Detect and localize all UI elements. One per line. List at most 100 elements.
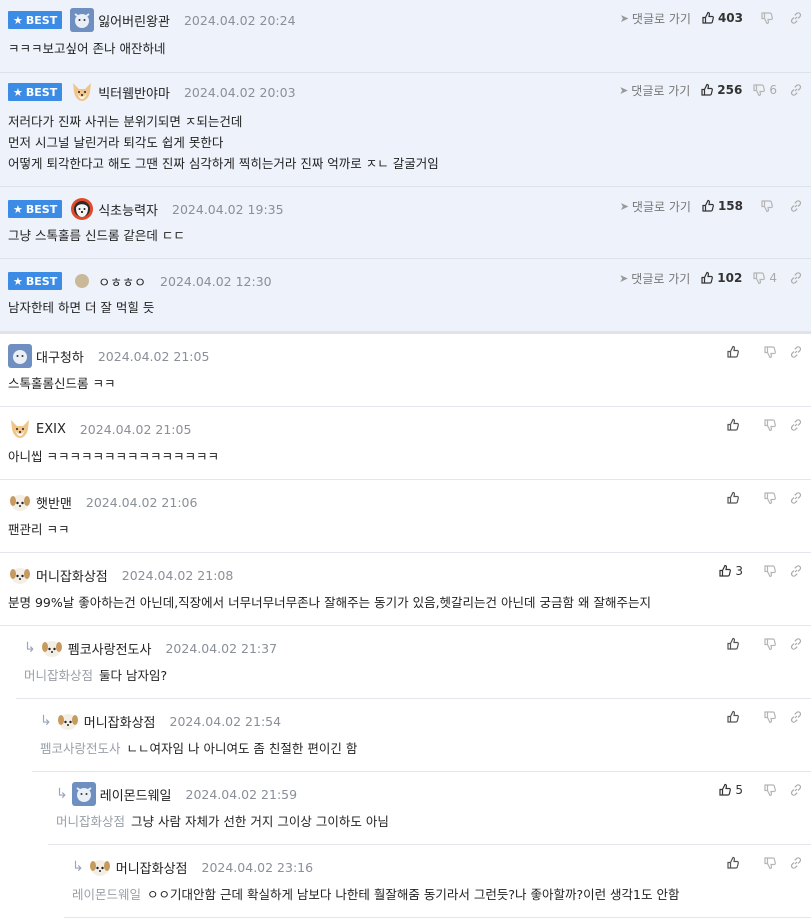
- mention-tag[interactable]: 머니잡화상점: [56, 814, 125, 829]
- avatar[interactable]: [8, 490, 32, 514]
- mention-tag[interactable]: 레이몬드웨일: [72, 887, 141, 902]
- like-button[interactable]: 102: [700, 271, 742, 285]
- avatar[interactable]: [8, 344, 32, 368]
- share-button[interactable]: [789, 783, 803, 797]
- nickname[interactable]: 펨코사랑전도사: [68, 639, 152, 658]
- comment-text: 저러다가 진짜 사귀는 분위기되면 ㅈ되는건데: [8, 114, 243, 129]
- like-button[interactable]: 3: [705, 564, 743, 578]
- comment-text: 어떻게 퇴각한다고 해도 그땐 진짜 심각하게 찍히는거라 진짜 억까로 ㅈㄴ …: [8, 156, 439, 171]
- like-button[interactable]: 5: [705, 783, 743, 797]
- like-button[interactable]: 256: [700, 83, 742, 97]
- thumbs-up-icon: [700, 271, 714, 285]
- thumbs-down-icon: [763, 491, 777, 505]
- dislike-button[interactable]: [753, 418, 777, 432]
- share-button[interactable]: [789, 491, 803, 505]
- share-button[interactable]: [789, 345, 803, 359]
- timestamp: 2024.04.02 21:59: [185, 786, 298, 802]
- thumbs-up-icon: [726, 637, 740, 651]
- timestamp: 2024.04.02 23:16: [201, 859, 314, 875]
- avatar[interactable]: [70, 197, 94, 221]
- like-button[interactable]: [705, 491, 743, 505]
- comment-text: 먼저 시그널 날린거라 퇴각도 쉽게 못한다: [8, 135, 224, 150]
- goto-comment-link[interactable]: ➤ 댓글로 가기: [620, 10, 691, 27]
- avatar[interactable]: [40, 636, 64, 660]
- avatar[interactable]: [88, 855, 112, 879]
- link-icon: [789, 11, 803, 25]
- share-button[interactable]: [789, 856, 803, 870]
- nickname[interactable]: 머니잡화상점: [36, 566, 108, 585]
- nickname[interactable]: ㅇㅎㅎㅇ: [98, 272, 146, 291]
- comment-text: 분명 99%날 좋아하는건 아닌데,직장에서 너무너무너무존나 잘해주는 동기가…: [8, 595, 651, 610]
- like-button[interactable]: [705, 418, 743, 432]
- send-icon: ➤: [619, 11, 629, 25]
- dislike-button[interactable]: 6: [752, 83, 777, 97]
- link-icon: [789, 637, 803, 651]
- share-button[interactable]: [789, 418, 803, 432]
- dislike-button[interactable]: [753, 710, 777, 724]
- avatar[interactable]: [70, 80, 94, 104]
- mention-tag[interactable]: 머니잡화상점: [24, 668, 93, 683]
- like-button[interactable]: [705, 710, 743, 724]
- avatar[interactable]: [71, 782, 96, 806]
- best-comments: ★ BEST 잃어버린왕관 2024.04.02 20:24 ➤ 댓글로 가기 40…: [0, 0, 811, 334]
- comment-text: 스톡홀롬신드롬 ㅋㅋ: [8, 376, 116, 391]
- goto-comment-link[interactable]: ➤ 댓글로 가기: [620, 198, 691, 215]
- dislike-button[interactable]: [753, 637, 777, 651]
- dislike-button[interactable]: [753, 564, 777, 578]
- like-button[interactable]: [705, 637, 743, 651]
- like-button[interactable]: 158: [701, 199, 743, 213]
- mention-tag[interactable]: 펨코사랑전도사: [40, 741, 121, 756]
- nickname[interactable]: 식초능력자: [98, 200, 158, 219]
- dislike-button[interactable]: [753, 11, 777, 25]
- dislike-button[interactable]: [753, 783, 777, 797]
- reply-comment: ↳ 머니잡화상점 2024.04.02 21:54 펨코사랑전도사 ㄴㄴ여자임 나…: [32, 699, 811, 772]
- dislike-button[interactable]: [753, 345, 777, 359]
- share-button[interactable]: [789, 710, 803, 724]
- comment: 햇반맨 2024.04.02 21:06 팬관리 ㅋㅋ: [0, 480, 811, 553]
- nickname[interactable]: 대구청하: [36, 347, 84, 366]
- thumbs-up-icon: [700, 83, 714, 97]
- link-icon: [789, 418, 803, 432]
- goto-comment-link[interactable]: ➤ 댓글로 가기: [619, 270, 690, 287]
- link-icon: [789, 564, 803, 578]
- like-button[interactable]: [705, 345, 743, 359]
- best-badge: ★ BEST: [8, 83, 63, 101]
- nickname[interactable]: 레이몬드웨일: [100, 785, 172, 804]
- avatar[interactable]: [8, 563, 32, 587]
- share-button[interactable]: [789, 83, 803, 97]
- goto-comment-link[interactable]: ➤ 댓글로 가기: [619, 82, 690, 99]
- dislike-button[interactable]: [753, 491, 777, 505]
- avatar[interactable]: [70, 8, 95, 32]
- star-icon: ★: [13, 85, 23, 99]
- share-button[interactable]: [789, 199, 803, 213]
- avatar[interactable]: [56, 709, 80, 733]
- reply-arrow-icon: ↳: [24, 640, 36, 656]
- nickname[interactable]: 잃어버린왕관: [98, 11, 170, 30]
- share-button[interactable]: [789, 564, 803, 578]
- thumbs-up-icon: [718, 564, 732, 578]
- avatar[interactable]: [8, 417, 32, 441]
- nickname[interactable]: 햇반맨: [36, 493, 72, 512]
- timestamp: 2024.04.02 21:06: [85, 494, 198, 510]
- dislike-button[interactable]: 4: [752, 271, 777, 285]
- thumbs-down-icon: [763, 856, 777, 870]
- like-button[interactable]: 403: [701, 11, 743, 25]
- like-button[interactable]: [705, 856, 743, 870]
- thumbs-up-icon: [726, 856, 740, 870]
- dislike-button[interactable]: [753, 856, 777, 870]
- nickname[interactable]: 빅터웸반야마: [98, 83, 170, 102]
- share-button[interactable]: [789, 271, 803, 285]
- thumbs-down-icon: [763, 637, 777, 651]
- nickname[interactable]: 머니잡화상점: [116, 858, 188, 877]
- dislike-button[interactable]: [753, 199, 777, 213]
- share-button[interactable]: [789, 637, 803, 651]
- best-badge: ★ BEST: [8, 272, 63, 290]
- comment: 머니잡화상점 2024.04.02 21:08 3 분명 99%날 좋아하는건 …: [0, 553, 811, 626]
- timestamp: 2024.04.02 20:03: [183, 84, 296, 100]
- thumbs-up-icon: [701, 11, 715, 25]
- thumbs-down-icon: [752, 83, 766, 97]
- nickname[interactable]: EXIX: [36, 422, 66, 437]
- share-button[interactable]: [789, 11, 803, 25]
- nickname[interactable]: 머니잡화상점: [84, 712, 156, 731]
- avatar[interactable]: [70, 269, 94, 293]
